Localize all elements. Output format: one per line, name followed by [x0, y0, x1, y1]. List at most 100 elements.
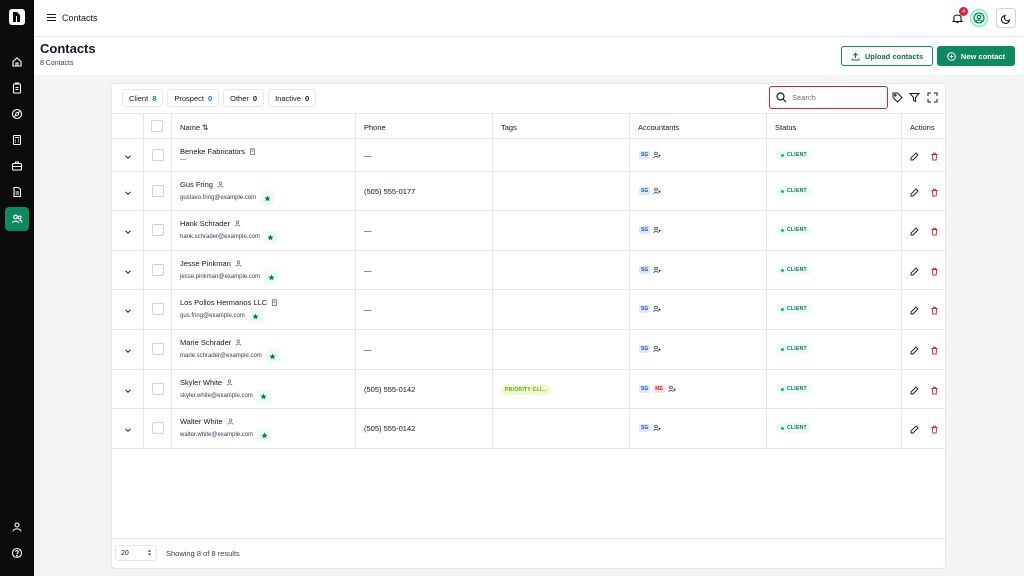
filter-other[interactable]: Other 0 [223, 89, 265, 107]
contact-name[interactable]: Skyler White [180, 378, 233, 387]
accountant-initials[interactable]: SG [639, 345, 651, 353]
filter-client[interactable]: Client 8 [122, 89, 164, 107]
row-checkbox[interactable] [152, 264, 164, 276]
calculator-icon[interactable] [5, 128, 29, 152]
star-icon[interactable] [257, 428, 272, 442]
trash-icon[interactable] [930, 425, 939, 434]
accountant-initials[interactable]: ME [653, 385, 665, 393]
accountant-initials[interactable]: SG [639, 385, 651, 393]
trash-icon[interactable] [930, 188, 939, 197]
edit-icon[interactable] [910, 227, 919, 236]
add-accountant-icon[interactable] [653, 226, 661, 234]
add-accountant-icon[interactable] [653, 424, 661, 432]
chevron-down-icon[interactable] [124, 228, 132, 236]
contacts-nav-icon[interactable] [5, 207, 29, 231]
search-input[interactable] [792, 93, 882, 102]
add-accountant-icon[interactable] [668, 385, 676, 393]
filter-prospect[interactable]: Prospect 0 [167, 89, 220, 107]
star-icon[interactable] [256, 389, 271, 403]
accountants-list: SG [639, 266, 661, 274]
contact-email-text: hank.schrader@example.com [180, 234, 260, 240]
edit-icon[interactable] [910, 267, 919, 276]
row-checkbox[interactable] [152, 383, 164, 395]
filter-icon[interactable] [909, 92, 920, 103]
trash-icon[interactable] [930, 227, 939, 236]
chevron-down-icon[interactable] [124, 307, 132, 315]
row-checkbox[interactable] [152, 343, 164, 355]
document-icon[interactable] [5, 180, 29, 204]
row-checkbox[interactable] [152, 224, 164, 236]
row-checkbox[interactable] [152, 422, 164, 434]
chevron-down-icon[interactable] [124, 426, 132, 434]
name-header[interactable]: Name ⇅ [180, 123, 208, 132]
briefcase-icon[interactable] [5, 154, 29, 178]
accountant-initials[interactable]: SG [639, 424, 651, 432]
accountant-initials[interactable]: SG [639, 266, 651, 274]
fullscreen-icon[interactable] [927, 92, 938, 103]
trash-icon[interactable] [930, 306, 939, 315]
contact-name[interactable]: Hank Schrader [180, 219, 241, 228]
edit-icon[interactable] [910, 306, 919, 315]
user-avatar[interactable] [970, 9, 988, 27]
star-icon[interactable] [260, 191, 275, 205]
contact-name[interactable]: Marie Schrader [180, 338, 242, 347]
edit-icon[interactable] [910, 346, 919, 355]
home-icon[interactable] [5, 50, 29, 74]
accountant-initials[interactable]: SG [639, 226, 651, 234]
help-icon[interactable] [5, 541, 29, 565]
theme-toggle-button[interactable] [996, 8, 1016, 28]
compass-icon[interactable] [5, 102, 29, 126]
tag-icon[interactable] [892, 92, 903, 103]
edit-icon[interactable] [910, 386, 919, 395]
contact-name[interactable]: Beneke Fabricators [180, 147, 256, 156]
contact-name[interactable]: Gus Fring [180, 180, 224, 189]
add-accountant-icon[interactable] [653, 187, 661, 195]
trash-icon[interactable] [930, 386, 939, 395]
star-icon[interactable] [264, 270, 279, 284]
accountant-initials[interactable]: SG [639, 187, 651, 195]
row-checkbox[interactable] [152, 185, 164, 197]
tags-cell [493, 290, 630, 329]
star-icon[interactable] [248, 309, 263, 323]
accountants-list: SG [639, 345, 661, 353]
table-row: Gus Fring gustavo.fring@example.com (505) … [112, 172, 945, 211]
select-all-checkbox[interactable] [151, 120, 163, 132]
star-icon[interactable] [263, 230, 278, 244]
contact-name[interactable]: Walter White [180, 417, 234, 426]
trash-icon[interactable] [930, 152, 939, 161]
trash-icon[interactable] [930, 346, 939, 355]
app-logo-icon[interactable] [9, 9, 25, 25]
star-icon[interactable] [265, 349, 280, 363]
page-size-select[interactable]: 20 ▲ ▼ [115, 545, 157, 561]
chevron-down-icon[interactable] [124, 347, 132, 355]
contact-name[interactable]: Los Pollos Hermanos LLC [180, 298, 278, 307]
edit-icon[interactable] [910, 425, 919, 434]
new-contact-button[interactable]: New contact [937, 46, 1015, 66]
tag-badge[interactable]: PRIORITY CLI... [501, 385, 551, 395]
add-accountant-icon[interactable] [653, 151, 661, 159]
accountant-initials[interactable]: SG [639, 305, 651, 313]
tags-cell [493, 172, 630, 210]
upload-contacts-button[interactable]: Upload contacts [841, 46, 933, 66]
chevron-down-icon[interactable] [124, 153, 132, 161]
row-checkbox[interactable] [152, 149, 164, 161]
chevron-down-icon[interactable] [124, 189, 132, 197]
row-checkbox[interactable] [152, 303, 164, 315]
chevron-down-icon[interactable] [124, 387, 132, 395]
add-accountant-icon[interactable] [653, 345, 661, 353]
edit-icon[interactable] [910, 152, 919, 161]
add-accountant-icon[interactable] [653, 305, 661, 313]
accountant-initials[interactable]: SG [639, 151, 651, 159]
edit-icon[interactable] [910, 188, 919, 197]
chevron-down-icon[interactable] [124, 268, 132, 276]
results-summary: Showing 8 of 8 results [166, 549, 240, 558]
add-accountant-icon[interactable] [653, 266, 661, 274]
profile-icon[interactable] [5, 515, 29, 539]
contact-name-text: Gus Fring [180, 180, 213, 189]
clipboard-icon[interactable] [5, 76, 29, 100]
contact-name[interactable]: Jesse Pinkman [180, 259, 242, 268]
table-row: Los Pollos Hermanos LLC gus.fring@example… [112, 290, 945, 330]
trash-icon[interactable] [930, 267, 939, 276]
hamburger-menu-icon[interactable] [46, 12, 57, 23]
filter-inactive[interactable]: Inactive 0 [268, 89, 317, 107]
